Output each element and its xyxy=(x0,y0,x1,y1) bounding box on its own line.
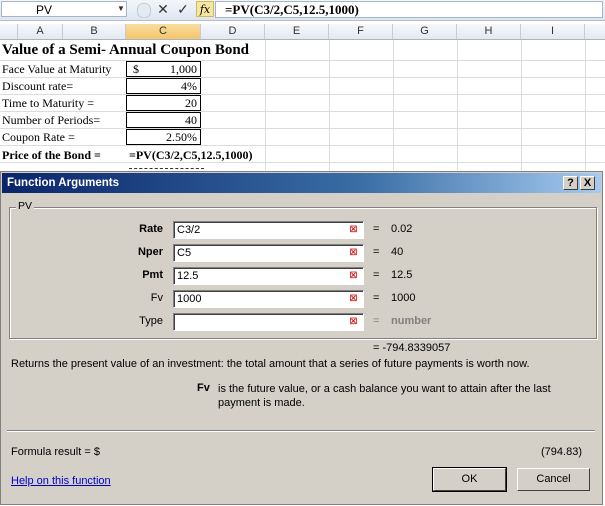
collapse-dialog-icon[interactable]: ⊠ xyxy=(345,222,362,237)
arg-equals: = xyxy=(373,223,380,235)
function-result: = -794.8339057 xyxy=(373,342,451,354)
arg-result-rate: 0.02 xyxy=(391,223,413,235)
column-header-e[interactable]: E xyxy=(265,24,329,39)
arg-equals: = xyxy=(373,269,380,281)
group-label: PV xyxy=(16,200,35,212)
arg-equals: = xyxy=(373,246,380,258)
arg-result-pmt: 12.5 xyxy=(391,269,413,281)
row-label-number-of-periods[interactable]: Number of Periods= xyxy=(2,112,100,128)
arg-input-fv[interactable]: 1000 xyxy=(173,290,364,308)
cell-c7-formula[interactable]: =PV(C3/2,C5,12.5,1000) xyxy=(129,147,253,163)
collapse-dialog-icon[interactable]: ⊠ xyxy=(345,245,362,260)
column-header-c[interactable]: C xyxy=(126,24,201,39)
dialog-title: Function Arguments xyxy=(7,177,120,189)
name-box[interactable]: PV xyxy=(1,1,127,17)
arg-equals: = xyxy=(373,315,380,327)
arg-label-rate: Rate xyxy=(139,223,163,235)
arg-result-type: number xyxy=(391,315,432,327)
arg-label-nper: Nper xyxy=(137,246,163,258)
collapse-dialog-icon[interactable]: ⊠ xyxy=(345,268,362,283)
cancel-entry-icon[interactable]: ✕ xyxy=(155,1,171,17)
row-label-coupon-rate[interactable]: Coupon Rate = xyxy=(2,129,75,145)
arg-input-nper[interactable]: C5 xyxy=(173,244,364,262)
column-header-d[interactable]: D xyxy=(201,24,265,39)
column-header-a[interactable]: A xyxy=(18,24,63,39)
dialog-title-bar[interactable]: Function Arguments xyxy=(2,173,601,193)
function-arguments-dialog: Function Arguments ? X PV Rate C3/2 ⊠ = … xyxy=(0,171,603,505)
formula-input[interactable]: =PV(C3/2,C5,12.5,1000) xyxy=(215,1,603,18)
help-on-function-link[interactable]: Help on this function xyxy=(11,475,111,487)
ok-button[interactable]: OK xyxy=(432,467,507,492)
chevron-down-icon[interactable]: ▼ xyxy=(117,4,125,13)
formula-tooltip-marker xyxy=(129,167,204,169)
formula-bar: PV ▼ ✕ ✓ fx =PV(C3/2,C5,12.5,1000) xyxy=(0,0,605,21)
enter-check-icon[interactable]: ✓ xyxy=(175,1,191,17)
function-description: Returns the present value of an investme… xyxy=(11,358,530,370)
resize-handle-icon[interactable] xyxy=(137,3,151,18)
divider xyxy=(7,430,595,432)
insert-function-button[interactable]: fx xyxy=(196,1,214,17)
column-header-b[interactable]: B xyxy=(63,24,126,39)
arg-result-nper: 40 xyxy=(391,246,404,258)
arg-label-fv: Fv xyxy=(150,292,163,304)
value-discount-rate: 4% xyxy=(181,79,197,93)
worksheet-grid[interactable]: Value of a Semi- Annual Coupon Bond Face… xyxy=(0,40,605,170)
cancel-button[interactable]: Cancel xyxy=(517,468,590,491)
arg-label-pmt: Pmt xyxy=(142,269,163,281)
select-all-corner[interactable] xyxy=(0,24,18,39)
column-header-f[interactable]: F xyxy=(329,24,393,39)
row-label-price[interactable]: Price of the Bond = xyxy=(2,147,101,163)
arg-label-type: Type xyxy=(139,315,163,327)
value-time-to-maturity: 20 xyxy=(185,96,197,110)
value-number-of-periods: 40 xyxy=(185,113,197,127)
formula-result-value: (794.83) xyxy=(541,446,582,458)
help-button[interactable]: ? xyxy=(563,176,578,190)
column-header-i[interactable]: I xyxy=(521,24,585,39)
column-header-h[interactable]: H xyxy=(457,24,521,39)
row-label-discount-rate[interactable]: Discount rate= xyxy=(2,78,73,94)
row-label-time-to-maturity[interactable]: Time to Maturity = xyxy=(2,95,94,111)
arg-input-pmt[interactable]: 12.5 xyxy=(173,267,364,285)
column-header-g[interactable]: G xyxy=(393,24,457,39)
collapse-dialog-icon[interactable]: ⊠ xyxy=(345,291,362,306)
formula-result-label: Formula result = $ xyxy=(11,446,100,458)
close-button[interactable]: X xyxy=(580,176,595,190)
value-face-value: 1,000 xyxy=(170,62,197,76)
arg-help-name: Fv xyxy=(197,382,210,394)
row-label-face-value[interactable]: Face Value at Maturity xyxy=(2,61,111,77)
arg-input-rate[interactable]: C3/2 xyxy=(173,221,364,239)
collapse-dialog-icon[interactable]: ⊠ xyxy=(345,314,362,329)
arg-help-text: is the future value, or a cash balance y… xyxy=(218,383,551,409)
arg-equals: = xyxy=(373,292,380,304)
column-headers: A B C D E F G H I xyxy=(0,24,605,40)
sheet-title[interactable]: Value of a Semi- Annual Coupon Bond xyxy=(2,41,249,60)
arg-result-fv: 1000 xyxy=(391,292,416,304)
value-coupon-rate: 2.50% xyxy=(166,130,197,144)
arg-input-type[interactable] xyxy=(173,313,364,331)
